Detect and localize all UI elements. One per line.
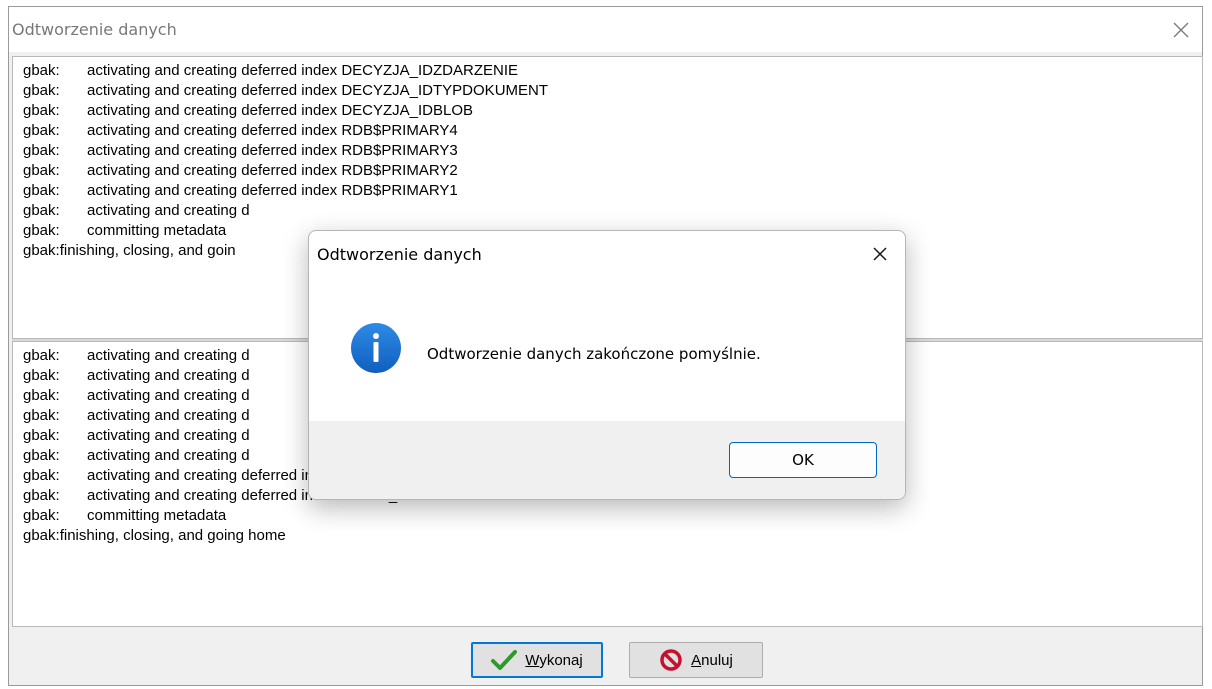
log-line: gbak: activating and creating deferred in… [23, 61, 1202, 81]
log-prefix: gbak: [23, 487, 60, 504]
log-text: activating and creating deferred index R… [87, 142, 458, 159]
dialog-title: Odtworzenie danych [317, 245, 482, 264]
log-line: gbak: activating and creating deferred in… [23, 181, 1202, 201]
log-prefix: gbak: [23, 447, 60, 464]
log-text: activating and creating d [87, 427, 250, 444]
log-prefix: gbak: [23, 62, 60, 79]
log-prefix: gbak: [23, 467, 60, 484]
log-line: gbak: activating and creating deferred in… [23, 81, 1202, 101]
log-text: activating and creating deferred index D… [87, 62, 519, 79]
log-prefix: gbak: [23, 82, 60, 99]
log-text: activating and creating d [87, 447, 250, 464]
ok-button[interactable]: OK [729, 442, 877, 478]
close-icon[interactable] [1166, 15, 1196, 45]
info-icon [351, 323, 401, 373]
log-line: gbak: finishing, closing, and going home [23, 526, 1202, 546]
title-bar: Odtworzenie danych [9, 7, 1202, 52]
log-prefix: gbak: [23, 507, 60, 524]
log-line: gbak: activating and creating deferred in… [23, 161, 1202, 181]
log-prefix: gbak: [23, 202, 60, 219]
wykonaj-button[interactable]: Wykonaj [471, 642, 603, 678]
log-line: gbak: activating and creating d [23, 201, 1202, 221]
log-prefix: gbak: [23, 162, 60, 179]
log-prefix: gbak: [23, 102, 60, 119]
dialog-message: Odtworzenie danych zakończone pomyślnie. [427, 345, 761, 363]
window-title: Odtworzenie danych [12, 20, 177, 39]
no-entry-icon [660, 649, 682, 671]
log-text: activating and creating d [87, 367, 250, 384]
log-text: activating and creating d [87, 407, 250, 424]
dialog-footer: OK [309, 421, 905, 499]
log-prefix: gbak: [23, 347, 60, 364]
log-text: activating and creating deferred index D… [87, 102, 474, 119]
log-prefix: gbak: [23, 242, 60, 259]
log-text: activating and creating deferred index R… [87, 162, 458, 179]
log-prefix: gbak: [23, 407, 60, 424]
log-text: activating and creating d [87, 347, 250, 364]
wykonaj-label: Wykonaj [525, 651, 583, 669]
log-prefix: gbak: [23, 182, 60, 199]
log-line: gbak: activating and creating deferred in… [23, 141, 1202, 161]
log-text: finishing, closing, and going home [59, 527, 286, 544]
log-text: finishing, closing, and goin [59, 242, 236, 259]
log-prefix: gbak: [23, 142, 60, 159]
log-line: gbak: committing metadata [23, 506, 1202, 526]
anuluj-button[interactable]: Anuluj [629, 642, 763, 678]
close-icon[interactable] [865, 239, 895, 269]
checkmark-icon [491, 650, 518, 670]
log-prefix: gbak: [23, 527, 60, 544]
log-line: gbak: activating and creating deferred in… [23, 121, 1202, 141]
log-text: committing metadata [87, 222, 227, 239]
log-text: committing metadata [87, 507, 227, 524]
log-line: gbak: activating and creating deferred in… [23, 101, 1202, 121]
anuluj-label: Anuluj [691, 651, 733, 669]
log-prefix: gbak: [23, 427, 60, 444]
log-prefix: gbak: [23, 387, 60, 404]
log-prefix: gbak: [23, 222, 60, 239]
log-text: activating and creating deferred index D… [87, 82, 549, 99]
log-text: activating and creating d [87, 387, 250, 404]
log-text: activating and creating d [87, 202, 250, 219]
log-text: activating and creating deferred index R… [87, 182, 458, 199]
log-prefix: gbak: [23, 367, 60, 384]
log-prefix: gbak: [23, 122, 60, 139]
log-text: activating and creating deferred index R… [87, 122, 458, 139]
message-dialog: Odtworzenie danych Odtworzenie danych za… [308, 230, 906, 500]
